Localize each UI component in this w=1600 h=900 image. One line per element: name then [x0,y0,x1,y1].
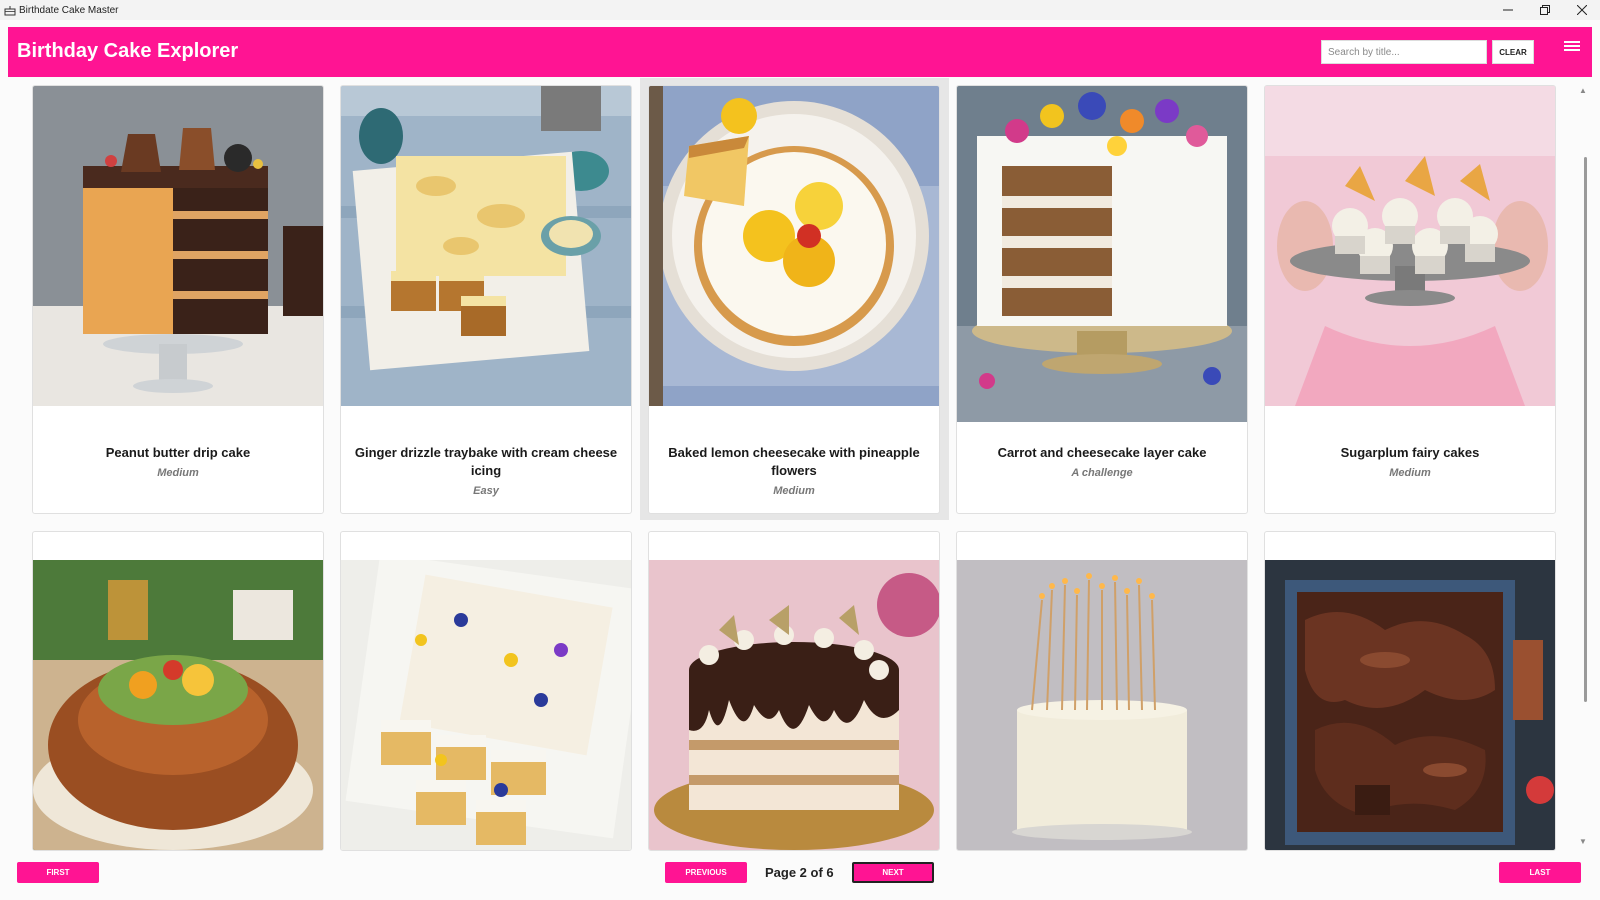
cake-card[interactable]: Carrot and cheesecake layer cake A chall… [956,85,1248,514]
scroll-up-arrow-icon[interactable]: ▲ [1579,86,1587,95]
cake-image [957,86,1247,422]
page-title: Birthday Cake Explorer [17,40,239,62]
minimize-button[interactable] [1489,0,1526,20]
cake-image [649,86,939,406]
close-icon [1576,5,1587,15]
cake-image [341,86,631,406]
window-title: Birthdate Cake Master [19,4,119,16]
cake-image [957,560,1247,850]
minimize-icon [1502,9,1513,11]
cake-difficulty: Easy [473,485,499,497]
restore-icon [1539,5,1550,15]
cake-image [649,560,939,850]
app-icon [4,5,16,15]
cake-card[interactable]: Ginger drizzle traybake with cream chees… [340,85,632,514]
cake-title: Carrot and cheesecake layer cake [997,445,1207,460]
search-input[interactable] [1321,40,1487,64]
cake-title: Peanut butter drip cake [105,445,251,460]
cake-image [341,560,631,850]
app-header: Birthday Cake Explorer CLEAR [8,27,1592,77]
cake-card[interactable] [32,531,324,851]
cake-difficulty: A challenge [1071,467,1133,479]
cake-difficulty: Medium [157,467,199,479]
cake-card[interactable] [1264,531,1556,851]
cake-difficulty: Medium [773,485,815,497]
cake-card[interactable] [340,531,632,851]
cake-image [1265,86,1555,406]
cake-image [1265,560,1555,850]
first-page-button[interactable]: FIRST [17,862,99,883]
clear-button[interactable]: CLEAR [1492,40,1534,64]
cake-difficulty: Medium [1389,467,1431,479]
cake-title: Sugarplum fairy cakes [1340,445,1480,460]
last-page-button[interactable]: LAST [1499,862,1581,883]
cake-title: Ginger drizzle traybake with cream chees… [354,445,618,478]
vertical-scrollbar-thumb[interactable] [1584,157,1587,702]
cake-image [33,560,323,850]
cake-card[interactable]: Peanut butter drip cake Medium [32,85,324,514]
cake-image [33,86,323,406]
window-titlebar: Birthdate Cake Master [0,0,1600,20]
cake-card[interactable] [648,531,940,851]
hamburger-menu-icon[interactable] [1564,41,1580,55]
cake-card[interactable] [956,531,1248,851]
scroll-down-arrow-icon[interactable]: ▼ [1579,837,1587,846]
next-page-button[interactable]: NEXT [852,862,934,883]
cake-card[interactable]: Sugarplum fairy cakes Medium [1264,85,1556,514]
page-indicator: Page 2 of 6 [765,865,834,880]
cake-card[interactable]: Baked lemon cheesecake with pineapple fl… [648,85,940,514]
previous-page-button[interactable]: PREVIOUS [665,862,747,883]
cake-title: Baked lemon cheesecake with pineapple fl… [668,445,920,478]
restore-button[interactable] [1526,0,1563,20]
close-button[interactable] [1563,0,1600,20]
